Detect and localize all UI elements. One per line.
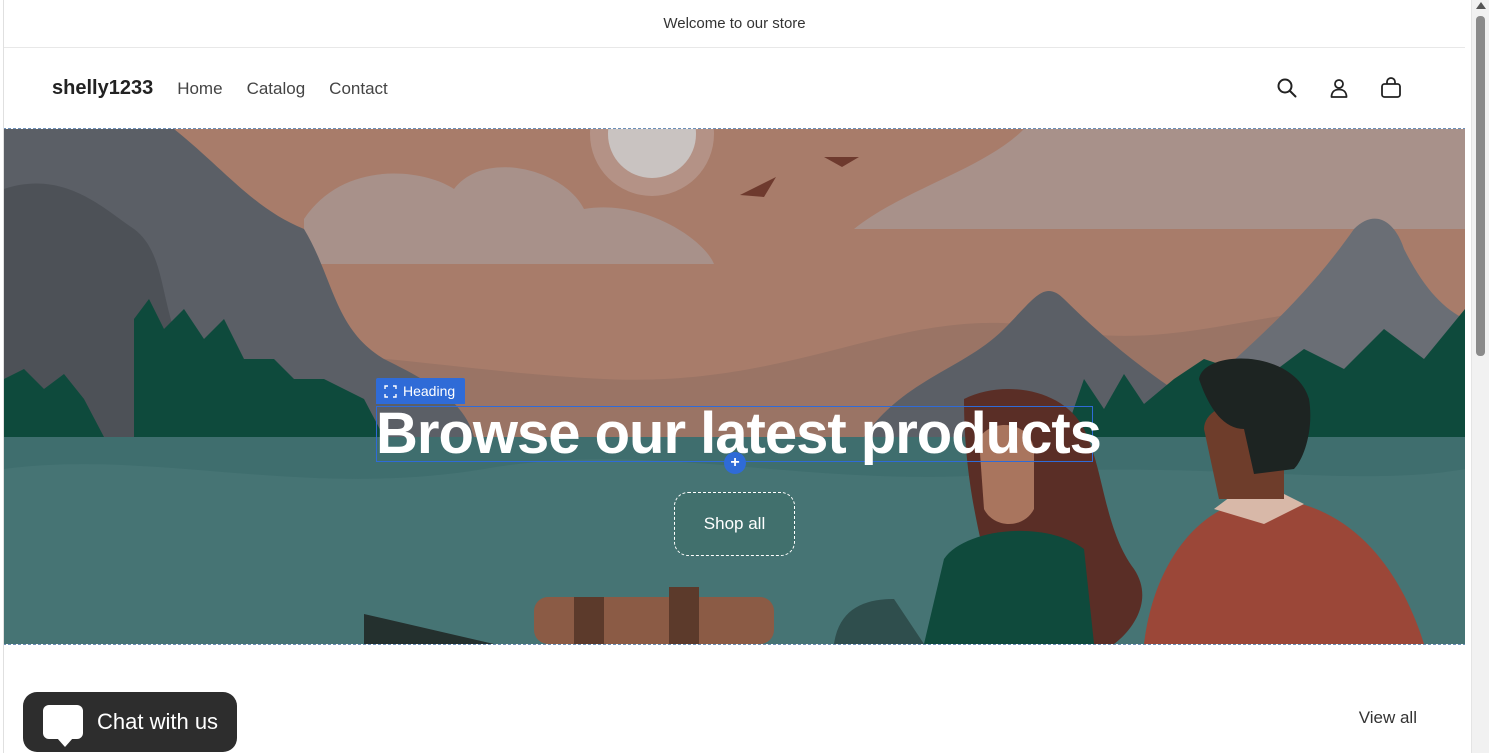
announcement-text: Welcome to our store [663, 15, 806, 32]
search-icon[interactable] [1273, 74, 1301, 102]
shop-all-button[interactable]: Shop all [674, 492, 795, 556]
nav-contact[interactable]: Contact [329, 79, 388, 99]
chat-widget-button[interactable]: Chat with us [23, 692, 237, 752]
chat-label: Chat with us [97, 709, 219, 734]
selection-frame-icon [384, 384, 397, 398]
site-header: shelly1233 Home Catalog Contact [4, 48, 1465, 129]
scrollbar-thumb[interactable] [1476, 16, 1485, 356]
nav-catalog[interactable]: Catalog [247, 79, 306, 99]
view-all-link[interactable]: View all [1359, 708, 1417, 728]
account-icon[interactable] [1325, 74, 1353, 102]
hero-banner: Heading Browse our latest products + Sho… [4, 128, 1465, 645]
add-block-button[interactable]: + [724, 452, 746, 474]
scroll-up-arrow-icon[interactable] [1476, 2, 1486, 9]
editor-tag-label: Heading [403, 383, 456, 399]
nav-home[interactable]: Home [177, 79, 222, 99]
cart-icon[interactable] [1377, 74, 1405, 102]
header-icons [1273, 74, 1405, 102]
chat-bubble-icon [43, 705, 83, 747]
store-page: Welcome to our store shelly1233 Home Cat… [4, 0, 1465, 753]
announcement-bar: Welcome to our store [4, 0, 1465, 48]
main-nav: Home Catalog Contact [177, 79, 388, 99]
store-logo[interactable]: shelly1233 [52, 77, 153, 100]
hero-illustration [4, 129, 1465, 644]
vertical-scrollbar[interactable] [1471, 0, 1489, 753]
